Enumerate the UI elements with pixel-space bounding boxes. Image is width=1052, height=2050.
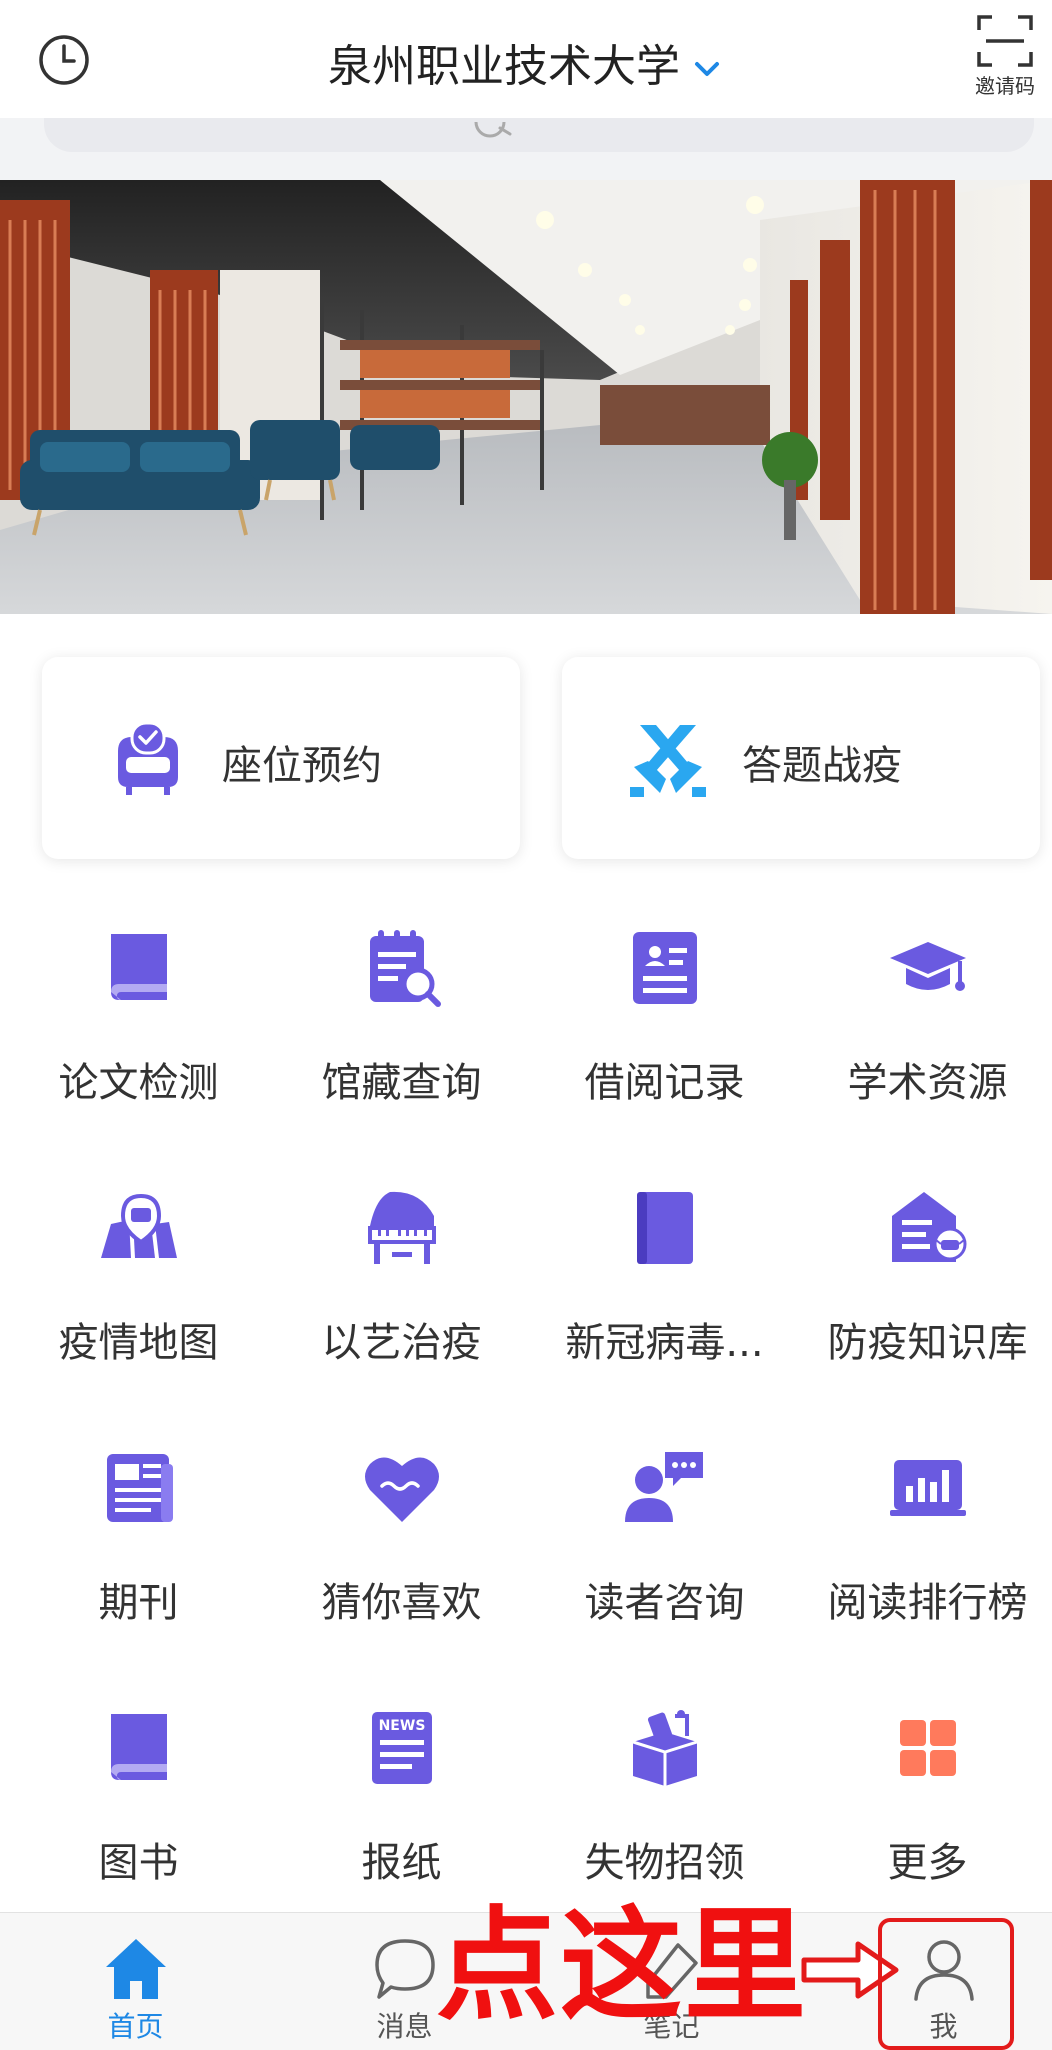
invite-code-button[interactable]: 邀请码 xyxy=(964,14,1046,99)
home-icon xyxy=(106,1939,166,1999)
lost-found-box-icon xyxy=(632,1710,698,1786)
piano-icon xyxy=(368,1191,436,1264)
grid-item-label: 报纸 xyxy=(361,1840,442,1886)
grid-item-epidemic-map[interactable]: 疫情地图 xyxy=(7,1186,270,1386)
grid-item-label: 更多 xyxy=(887,1840,968,1886)
seat-reservation-card[interactable]: 座位预约 xyxy=(42,657,520,859)
grid-item-label: 馆藏查询 xyxy=(321,1060,482,1106)
grid-item-label: 期刊 xyxy=(98,1580,179,1626)
grid-item-label: 论文检测 xyxy=(58,1060,219,1106)
journal-icon xyxy=(107,1454,173,1522)
newspaper-badge-text: NEWS xyxy=(379,1718,426,1734)
knowledge-base-icon xyxy=(892,1192,967,1262)
grid-item-reading-ranking[interactable]: 阅读排行榜 xyxy=(796,1446,1052,1646)
library-banner-image[interactable] xyxy=(0,180,1052,614)
grid-item-label: 阅读排行榜 xyxy=(827,1580,1028,1626)
grid-item-label: 以艺治疫 xyxy=(321,1320,482,1366)
newspaper-icon: NEWS xyxy=(372,1712,432,1784)
borrow-record-icon xyxy=(633,932,697,1004)
grid-item-guess-you-like[interactable]: 猜你喜欢 xyxy=(270,1446,533,1646)
grid-item-label: 防疫知识库 xyxy=(827,1320,1028,1366)
grid-item-more[interactable]: 更多 xyxy=(796,1706,1052,1906)
grid-item-label: 借阅记录 xyxy=(584,1060,745,1106)
school-selector[interactable]: 泉州职业技术大学 xyxy=(0,30,1052,94)
invite-code-label: 邀请码 xyxy=(975,74,1035,98)
highlight-box xyxy=(878,1918,1014,2050)
heart-icon xyxy=(365,1457,439,1522)
grid-item-label: 失物招领 xyxy=(584,1840,745,1886)
grid-item-newspaper[interactable]: NEWS 报纸 xyxy=(270,1706,533,1906)
notebook-icon xyxy=(637,1192,693,1264)
tab-home-label: 首页 xyxy=(107,2010,164,2043)
grid-item-label: 学术资源 xyxy=(847,1060,1008,1106)
grid-item-catalog-search[interactable]: 馆藏查询 xyxy=(270,926,533,1126)
seat-reservation-icon xyxy=(118,721,178,795)
epidemic-map-icon xyxy=(101,1193,177,1258)
quiz-fight-epidemic-card[interactable]: 答题战疫 xyxy=(562,657,1040,859)
search-icon xyxy=(474,121,512,138)
tab-home[interactable]: 首页 xyxy=(4,1913,267,2050)
grid-item-paper-check[interactable]: 论文检测 xyxy=(7,926,270,1126)
ranking-chart-icon xyxy=(890,1460,966,1516)
grid-item-label: 疫情地图 xyxy=(58,1320,219,1366)
more-grid-icon xyxy=(900,1720,956,1776)
books-icon xyxy=(111,1714,167,1780)
chat-bubble-icon xyxy=(375,1939,435,1999)
catalog-search-icon xyxy=(370,930,441,1007)
graduation-cap-icon xyxy=(890,942,966,991)
quiz-fight-epidemic-label: 答题战疫 xyxy=(742,743,902,789)
search-bar[interactable] xyxy=(44,118,1034,152)
book-icon xyxy=(111,934,167,1000)
grid-item-covid-virus[interactable]: 新冠病毒... xyxy=(533,1186,796,1386)
grid-item-label: 读者咨询 xyxy=(584,1580,745,1626)
grid-item-prevention-knowledge[interactable]: 防疫知识库 xyxy=(796,1186,1052,1386)
grid-item-label: 图书 xyxy=(98,1840,179,1886)
app-header: 泉州职业技术大学 邀请码 xyxy=(0,0,1052,124)
consult-icon xyxy=(625,1452,703,1522)
crossed-swords-icon xyxy=(630,725,706,797)
scan-frame-icon xyxy=(977,15,1033,67)
grid-item-reader-consult[interactable]: 读者咨询 xyxy=(533,1446,796,1646)
grid-item-journal[interactable]: 期刊 xyxy=(7,1446,270,1646)
grid-item-academic-resources[interactable]: 学术资源 xyxy=(796,926,1052,1126)
school-name: 泉州职业技术大学 xyxy=(328,41,680,92)
grid-item-label: 猜你喜欢 xyxy=(321,1580,482,1626)
grid-item-books[interactable]: 图书 xyxy=(7,1706,270,1906)
grid-item-label: 新冠病毒... xyxy=(565,1320,764,1366)
grid-item-art-against-epidemic[interactable]: 以艺治疫 xyxy=(270,1186,533,1386)
library-interior-illustration xyxy=(0,180,1052,614)
grid-item-lost-found[interactable]: 失物招领 xyxy=(533,1706,796,1906)
chevron-down-icon xyxy=(695,62,719,76)
click-here-annotation: 点这里 xyxy=(436,1895,808,2037)
grid-item-borrow-record[interactable]: 借阅记录 xyxy=(533,926,796,1126)
seat-reservation-label: 座位预约 xyxy=(222,743,382,789)
